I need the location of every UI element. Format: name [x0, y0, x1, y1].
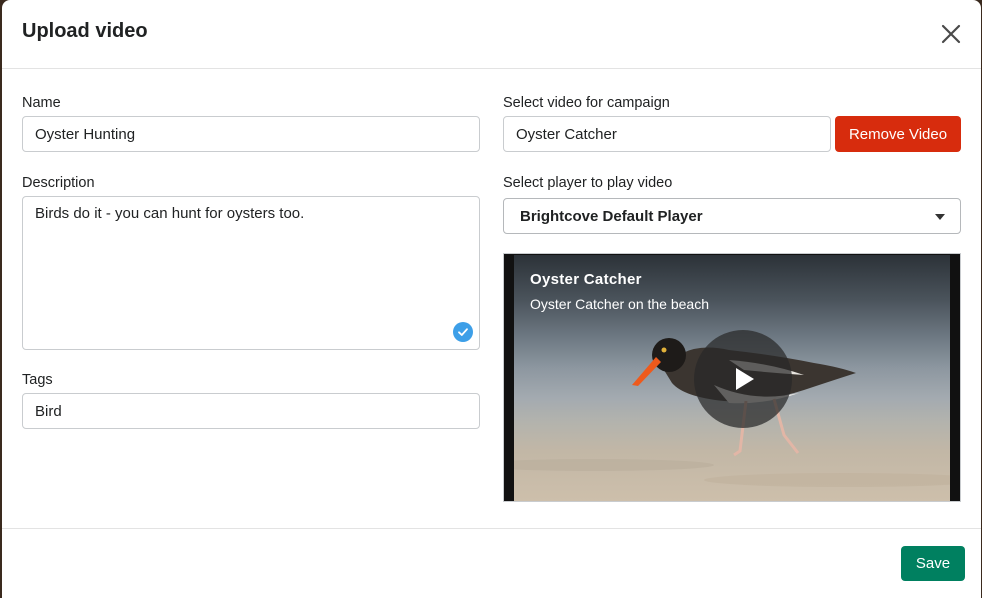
select-video-label: Select video for campaign — [503, 95, 670, 111]
video-thumbnail: Oyster Catcher Oyster Catcher on the bea… — [514, 255, 950, 501]
play-icon[interactable] — [694, 330, 792, 428]
description-textarea[interactable]: Birds do it - you can hunt for oysters t… — [22, 196, 480, 350]
description-label: Description — [22, 175, 95, 191]
caret-down-icon — [935, 214, 945, 220]
video-subtitle: Oyster Catcher on the beach — [530, 296, 709, 312]
name-value: Oyster Hunting — [35, 125, 136, 143]
name-label: Name — [22, 95, 61, 111]
select-player-label: Select player to play video — [503, 175, 673, 191]
tags-label: Tags — [22, 372, 53, 388]
description-value: Birds do it - you can hunt for oysters t… — [35, 205, 305, 222]
video-preview[interactable]: Oyster Catcher Oyster Catcher on the bea… — [503, 253, 961, 502]
footer-divider — [2, 528, 981, 529]
remove-video-button[interactable]: Remove Video — [835, 116, 961, 152]
player-select[interactable]: Brightcove Default Player — [503, 198, 961, 234]
tags-input[interactable]: Bird — [22, 393, 480, 429]
name-input[interactable]: Oyster Hunting — [22, 116, 480, 152]
close-icon[interactable] — [939, 22, 963, 46]
upload-video-modal: Upload video Name Oyster Hunting Descrip… — [2, 0, 981, 598]
player-select-value: Brightcove Default Player — [520, 207, 703, 225]
save-button[interactable]: Save — [901, 546, 965, 581]
checkmark-icon — [453, 322, 473, 342]
video-title: Oyster Catcher — [530, 271, 642, 288]
selected-video-field[interactable]: Oyster Catcher — [503, 116, 831, 152]
tags-value: Bird — [35, 402, 62, 420]
modal-title: Upload video — [22, 20, 148, 42]
selected-video-value: Oyster Catcher — [516, 125, 617, 143]
modal-header: Upload video — [2, 0, 981, 69]
